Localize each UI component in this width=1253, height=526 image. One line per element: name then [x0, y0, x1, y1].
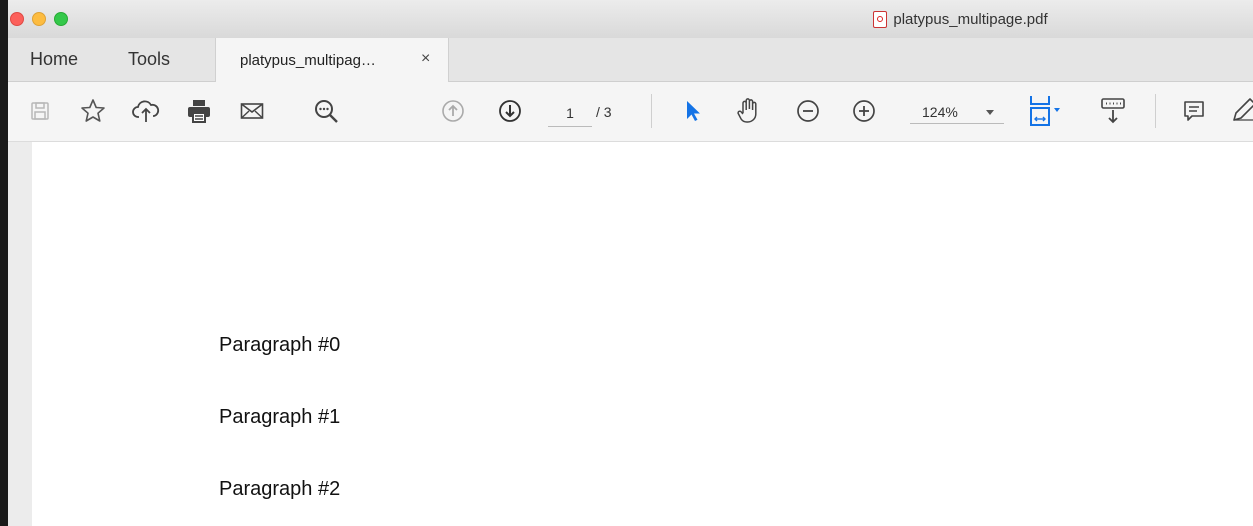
- page-down-icon[interactable]: [495, 96, 525, 126]
- cloud-upload-icon[interactable]: [131, 96, 161, 126]
- pdf-file-icon: [873, 10, 888, 28]
- window-title-text: platypus_multipage.pdf: [893, 10, 1048, 28]
- page-up-icon[interactable]: [438, 96, 468, 126]
- save-icon[interactable]: [25, 96, 55, 126]
- window-title: platypus_multipage.pdf: [8, 0, 1253, 38]
- tab-home[interactable]: Home: [30, 49, 78, 70]
- document-tab[interactable]: platypus_multipag… ×: [215, 38, 449, 82]
- hand-icon[interactable]: [734, 96, 764, 126]
- zoom-select[interactable]: 124%: [910, 100, 1004, 124]
- paragraph: Paragraph #1: [219, 406, 341, 428]
- document-viewport[interactable]: Paragraph #0 Paragraph #1 Paragraph #2: [8, 142, 1253, 526]
- toolbar-divider: [651, 94, 652, 128]
- document-tab-label: platypus_multipag…: [240, 52, 376, 69]
- zoom-value: 124%: [922, 104, 958, 120]
- edit-pen-icon[interactable]: [1230, 96, 1253, 126]
- toolbar-divider: [1155, 94, 1156, 128]
- search-icon[interactable]: [311, 96, 341, 126]
- paragraph: Paragraph #0: [219, 334, 341, 356]
- bookmark-star-icon[interactable]: [78, 96, 108, 126]
- email-icon[interactable]: [237, 96, 267, 126]
- select-arrow-icon[interactable]: [678, 96, 708, 126]
- keyboard-read-icon[interactable]: [1098, 96, 1128, 126]
- tab-tools[interactable]: Tools: [128, 49, 170, 70]
- zoom-out-icon[interactable]: [793, 96, 823, 126]
- comment-icon[interactable]: [1179, 96, 1209, 126]
- close-tab-button[interactable]: ×: [421, 50, 430, 68]
- fit-page-icon[interactable]: [1026, 96, 1068, 126]
- chevron-down-icon: [986, 110, 994, 115]
- acrobat-window: platypus_multipage.pdf Home Tools platyp…: [0, 0, 1253, 526]
- nav-bar: Home Tools platypus_multipag… ×: [8, 38, 1253, 82]
- page-number-input[interactable]: [548, 100, 592, 127]
- title-bar: platypus_multipage.pdf: [8, 0, 1253, 39]
- toolbar: / 3 124%: [8, 82, 1253, 142]
- paragraph: Paragraph #2: [219, 478, 341, 500]
- pdf-page: Paragraph #0 Paragraph #1 Paragraph #2: [32, 142, 1253, 526]
- page-total: / 3: [596, 104, 612, 120]
- print-icon[interactable]: [184, 96, 214, 126]
- zoom-in-icon[interactable]: [849, 96, 879, 126]
